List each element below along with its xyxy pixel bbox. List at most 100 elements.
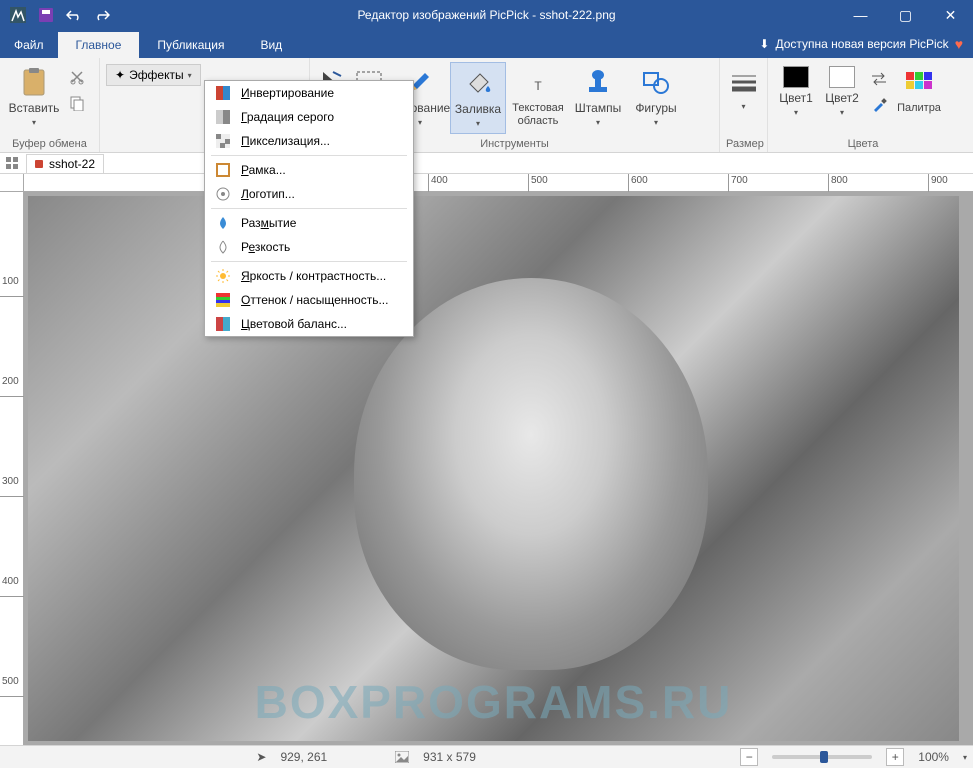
save-icon[interactable] (34, 3, 58, 27)
swap-colors-icon[interactable] (868, 68, 890, 90)
brightness-icon (215, 268, 231, 284)
group-colors: Цвет1▾ Цвет2▾ Палитра Цвета (768, 58, 958, 152)
ruler-horizontal: 300400500600700800900 (24, 174, 973, 192)
fill-tool[interactable]: Заливка▾ (450, 62, 506, 134)
cut-icon[interactable] (66, 66, 88, 88)
status-bar: ➤ 929, 261 931 x 579 − + 100% ▾ (0, 745, 973, 768)
zoom-thumb[interactable] (820, 751, 828, 763)
canvas-image[interactable]: BOXPROGRAMS.RU (28, 196, 959, 741)
image-dims-icon (395, 751, 409, 763)
pixelate-label: Пикселизация... (241, 134, 330, 148)
zoom-value: 100% (918, 750, 949, 764)
tab-home[interactable]: Главное (58, 32, 140, 58)
title-bar: Редактор изображений PicPick - sshot-222… (0, 0, 973, 30)
effect-logo[interactable]: Логотип... (205, 182, 413, 206)
doctab-label: sshot-22 (49, 157, 95, 171)
effects-label: Эффекты (129, 68, 184, 82)
stamp-icon (582, 66, 614, 98)
frame-label: Рамка... (241, 163, 286, 177)
text-icon: T (522, 66, 554, 98)
effect-frame[interactable]: Рамка... (205, 158, 413, 182)
sharp-icon (215, 239, 231, 255)
effect-balance[interactable]: Цветовой баланс... (205, 312, 413, 336)
quick-access-toolbar (0, 3, 114, 27)
effects-dropdown: Инвертирование Градация серого Пикселиза… (204, 80, 414, 337)
document-tab[interactable]: sshot-22 (26, 154, 104, 173)
effect-grayscale[interactable]: Градация серого (205, 105, 413, 129)
color2-button[interactable]: Цвет2▾ (820, 62, 864, 122)
paste-label: Вставить (9, 101, 60, 115)
pixelate-icon (215, 133, 231, 149)
group-clipboard: Вставить▾ Буфер обмена (0, 58, 100, 152)
invert-icon (215, 85, 231, 101)
undo-icon[interactable] (62, 3, 86, 27)
stamps-tool[interactable]: Штампы▾ (570, 62, 626, 132)
group-clipboard-label: Буфер обмена (6, 136, 93, 150)
window-controls: — ▢ ✕ (838, 0, 973, 30)
dd-separator (211, 155, 407, 156)
cursor-icon: ➤ (256, 750, 266, 764)
redo-icon[interactable] (90, 3, 114, 27)
bucket-icon (462, 67, 494, 99)
hue-label: Оттенок / насыщенность... (241, 293, 388, 307)
update-label: Доступна новая версия PicPick (775, 37, 948, 51)
effect-brightness[interactable]: Яркость / контрастность... (205, 264, 413, 288)
zoom-dropdown-icon[interactable]: ▾ (963, 753, 967, 762)
tab-grid-icon[interactable] (4, 155, 20, 171)
tab-publish[interactable]: Публикация (139, 32, 242, 58)
logo-label: Логотип... (241, 187, 295, 201)
balance-icon (215, 316, 231, 332)
dd-separator (211, 261, 407, 262)
maximize-button[interactable]: ▢ (883, 0, 928, 30)
shapes-icon (640, 66, 672, 98)
effect-blur[interactable]: Размытие (205, 211, 413, 235)
swatch-black (783, 66, 809, 88)
minimize-button[interactable]: — (838, 0, 883, 30)
document-tabs: sshot-22 (0, 153, 973, 174)
zoom-out-button[interactable]: − (740, 748, 758, 766)
blur-label: Размытие (241, 216, 296, 230)
effects-button[interactable]: ✦ Эффекты ▾ (106, 64, 201, 86)
ribbon: Вставить▾ Буфер обмена ✦ Эффекты ▾ Инвер… (0, 58, 973, 153)
line-width-button[interactable]: ▾ (727, 62, 761, 115)
shapes-tool[interactable]: Фигуры▾ (628, 62, 684, 132)
balance-label: Цветовой баланс... (241, 317, 347, 331)
eyedropper-icon[interactable] (868, 94, 890, 116)
group-colors-label: Цвета (774, 136, 952, 150)
effect-invert[interactable]: Инвертирование (205, 81, 413, 105)
close-button[interactable]: ✕ (928, 0, 973, 30)
palette-button[interactable]: Палитра (894, 62, 944, 119)
tab-file[interactable]: Файл (0, 32, 58, 58)
dd-separator (211, 208, 407, 209)
paste-button[interactable]: Вставить▾ (6, 62, 62, 132)
app-icon[interactable] (6, 3, 30, 27)
effect-pixelate[interactable]: Пикселизация... (205, 129, 413, 153)
textarea-tool[interactable]: TТекстовая область (508, 62, 568, 131)
ribbon-tabs: Файл Главное Публикация Вид ⬇ Доступна н… (0, 30, 973, 58)
svg-text:T: T (534, 79, 542, 93)
clipboard-icon (18, 66, 50, 98)
blur-icon (215, 215, 231, 231)
update-link[interactable]: ⬇ Доступна новая версия PicPick ♥ (749, 30, 973, 58)
window-title: Редактор изображений PicPick - sshot-222… (357, 8, 615, 22)
copy-icon[interactable] (66, 92, 88, 114)
grayscale-label: Градация серого (241, 110, 334, 124)
line-width-icon (728, 66, 760, 98)
ruler-vertical: 100200300400500 (0, 192, 24, 745)
zoom-in-button[interactable]: + (886, 748, 904, 766)
sharp-label: Резкость (241, 240, 290, 254)
effect-sharp[interactable]: Резкость (205, 235, 413, 259)
workspace: 300400500600700800900 100200300400500 BO… (0, 174, 973, 745)
effect-hue[interactable]: Оттенок / насыщенность... (205, 288, 413, 312)
heart-icon: ♥ (955, 36, 963, 52)
invert-label: Инвертирование (241, 86, 334, 100)
watermark-text: BOXPROGRAMS.RU (255, 675, 733, 729)
tab-view[interactable]: Вид (242, 32, 300, 58)
logo-icon (215, 186, 231, 202)
zoom-slider[interactable] (772, 755, 872, 759)
download-icon: ⬇ (759, 37, 769, 51)
hue-icon (215, 292, 231, 308)
brightness-label: Яркость / контрастность... (241, 269, 386, 283)
color1-button[interactable]: Цвет1▾ (774, 62, 818, 122)
image-dims: 931 x 579 (423, 750, 476, 764)
